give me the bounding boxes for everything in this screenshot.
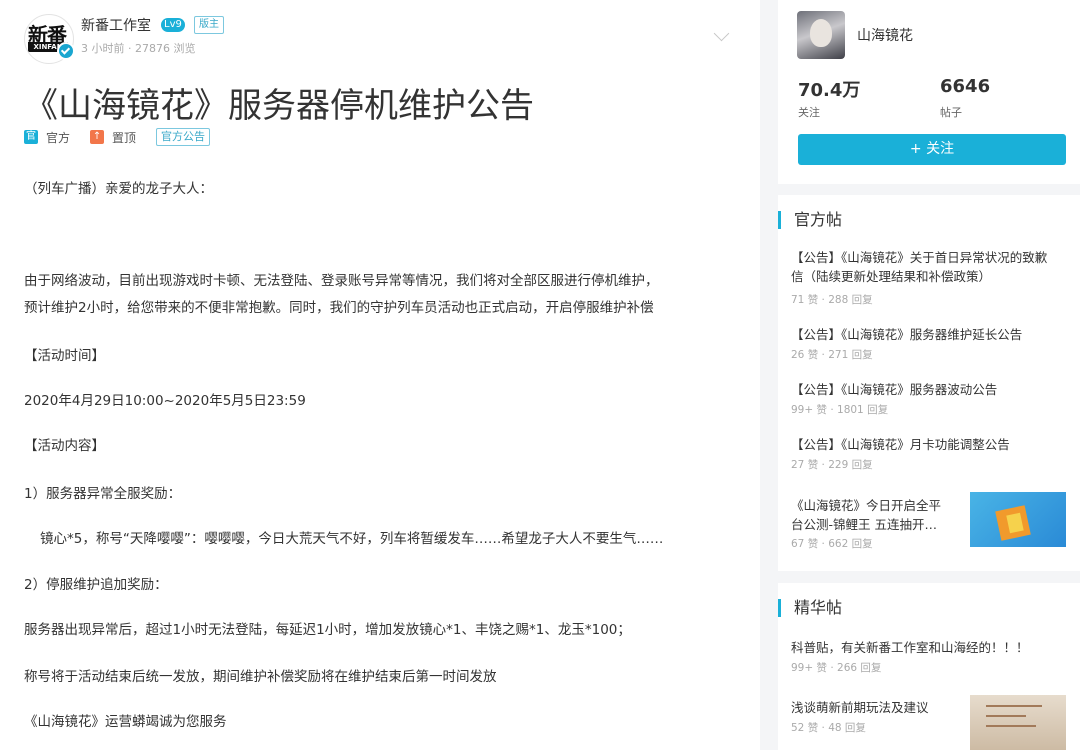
author-name[interactable]: 新番工作室	[81, 15, 151, 35]
post-title: 《山海镜花》服务器停机维护公告	[24, 86, 534, 126]
level-badge: Lv9	[161, 18, 185, 32]
followers-label: 关注	[798, 106, 820, 119]
post-paragraph: 2）停服维护追加奖励：	[24, 577, 168, 593]
post-stats: 52 赞 · 48 回复	[791, 722, 866, 734]
post-paragraph: 镜心*5，称号“天降嘤嘤”：嘤嘤嘤，今日大荒天气不好，列车将暂缓发车……希望龙子…	[40, 531, 664, 547]
post-thumbnail[interactable]	[970, 695, 1066, 750]
official-icon: 官	[24, 130, 38, 144]
post-stats: 71 赞 · 288 回复	[791, 294, 873, 306]
post-paragraph: 1）服务器异常全服奖励：	[24, 486, 182, 502]
follow-button[interactable]: + 关注	[798, 134, 1066, 165]
post-paragraph: （列车广播）亲爱的龙子大人：	[24, 181, 213, 197]
game-name[interactable]: 山海镜花	[857, 25, 913, 45]
post-title-line: 【公告】《山海镜花》月卡功能调整公告	[791, 437, 1010, 452]
featured-posts-heading: 精华帖	[778, 599, 842, 617]
list-item[interactable]: 【公告】《山海镜花》服务器波动公告	[791, 380, 997, 399]
post-title-line: 信（陆续更新处理结果和补偿政策）	[791, 269, 992, 284]
tag-official-announcement[interactable]: 官方公告	[156, 128, 211, 146]
featured-posts-panel: 精华帖 科普贴，有关新番工作室和山海经的！！！ 99+ 赞 · 266 回复 浅…	[778, 583, 1080, 750]
post-paragraph: 服务器出现异常后，超过1小时无法登陆，每延迟1小时，增加发放镜心*1、丰饶之赐*…	[24, 622, 631, 638]
post-title-line: 科普贴，有关新番工作室和山海经的！！！	[791, 640, 1029, 655]
pin-icon: ↑	[90, 130, 105, 144]
game-profile-card: 山海镜花 70.4万 关注 6646 帖子 + 关注	[778, 0, 1080, 184]
post-title-line: 《山海镜花》今日开启全平	[791, 498, 942, 513]
post-paragraph: 预计维护2小时，给您带来的不便非常抱歉。同时，我们的守护列车员活动也正式启动，开…	[24, 300, 654, 316]
post-title-line: 浅谈萌新前期玩法及建议	[791, 700, 929, 715]
post-paragraph: 称号将于活动结束后统一发放，期间维护补偿奖励将在维护结束后第一时间发放	[24, 669, 497, 685]
list-item[interactable]: 【公告】《山海镜花》月卡功能调整公告	[791, 435, 1010, 454]
post-thumbnail[interactable]	[970, 492, 1066, 547]
list-item[interactable]: 浅谈萌新前期玩法及建议	[791, 698, 929, 717]
list-item[interactable]: 【公告】《山海镜花》关于首日异常状况的致歉 信（陆续更新处理结果和补偿政策）	[791, 248, 1047, 286]
post-paragraph: 【活动时间】	[24, 348, 105, 364]
posts-label: 帖子	[940, 106, 962, 119]
post-title-line: 【公告】《山海镜花》服务器波动公告	[791, 382, 998, 397]
tag-official: 官方	[46, 130, 71, 145]
game-avatar[interactable]	[797, 11, 845, 59]
post-meta: 3 小时前 · 27876 浏览	[81, 42, 196, 55]
post-stats: 26 赞 · 271 回复	[791, 349, 873, 361]
post-stats: 67 赞 · 662 回复	[791, 538, 873, 550]
list-item[interactable]: 《山海镜花》今日开启全平 台公测-锦鲤王 五连抽开…	[791, 496, 941, 534]
tag-pinned: 置顶	[112, 130, 137, 145]
list-item[interactable]: 科普贴，有关新番工作室和山海经的！！！	[791, 638, 1029, 657]
post-title-line: 【公告】《山海镜花》关于首日异常状况的致歉	[791, 250, 1048, 265]
post-stats: 99+ 赞 · 1801 回复	[791, 404, 889, 416]
thumbnail-text-line	[986, 725, 1036, 727]
thumbnail-text-line	[986, 705, 1042, 707]
list-item[interactable]: 【公告】《山海镜花》服务器维护延长公告	[791, 325, 1022, 344]
thumbnail-text-line	[986, 715, 1026, 717]
post-paragraph: 【活动内容】	[24, 438, 105, 454]
chevron-down-icon[interactable]	[713, 25, 730, 42]
post-paragraph: 2020年4月29日10:00~2020年5月5日23:59	[24, 393, 306, 409]
post-main: 新番 XINFAN 新番工作室 Lv9 版主 3 小时前 · 27876 浏览 …	[0, 0, 760, 750]
posts-count: 6646	[940, 76, 991, 97]
post-stats: 99+ 赞 · 266 回复	[791, 662, 882, 674]
post-title-line: 台公测-锦鲤王 五连抽开…	[791, 517, 937, 532]
post-stats: 27 赞 · 229 回复	[791, 459, 873, 471]
verified-icon	[57, 42, 75, 60]
official-posts-heading: 官方帖	[778, 211, 842, 229]
post-paragraph: 由于网络波动，目前出现游戏时卡顿、无法登陆、登录账号异常等情况，我们将对全部区服…	[24, 273, 659, 289]
post-tags: 官 官方 ↑ 置顶 官方公告	[24, 128, 211, 146]
moderator-badge: 版主	[194, 16, 224, 34]
post-paragraph: 《山海镜花》运营蟒竭诚为您服务	[24, 714, 227, 730]
followers-count: 70.4万	[798, 80, 861, 101]
post-title-line: 【公告】《山海镜花》服务器维护延长公告	[791, 327, 1023, 342]
official-posts-panel: 官方帖 【公告】《山海镜花》关于首日异常状况的致歉 信（陆续更新处理结果和补偿政…	[778, 195, 1080, 571]
